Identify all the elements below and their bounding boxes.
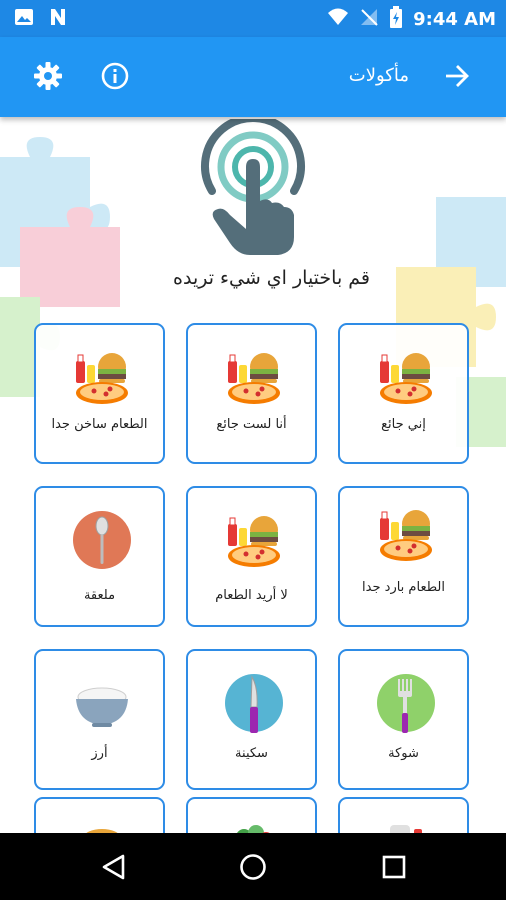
knife-icon: [224, 673, 284, 733]
touch-hand-icon: [201, 119, 305, 255]
spoon-icon: [72, 510, 132, 570]
home-circle-icon: [240, 854, 266, 880]
forward-button[interactable]: [440, 59, 474, 93]
bread-icon: [72, 821, 132, 833]
instruction-text: قم باختيار اي شيء تريده: [173, 267, 370, 289]
card-label: أرز: [91, 746, 108, 761]
card-label: ملعقة: [83, 588, 116, 603]
card-bread[interactable]: [34, 797, 165, 833]
wifi-icon: [327, 7, 349, 31]
status-time: 9:44 AM: [413, 8, 496, 30]
recents-square-icon: [382, 855, 406, 879]
app-title: مأكولات: [348, 65, 409, 86]
status-bar: 9:44 AM: [0, 0, 506, 37]
settings-button[interactable]: [31, 59, 65, 93]
card-label: أنا لست جائع: [216, 417, 287, 432]
food-combo-icon: [72, 347, 132, 407]
n-notification-icon: [48, 7, 68, 31]
card-knife[interactable]: سكينة: [186, 649, 317, 790]
salad-icon: [224, 817, 284, 833]
rice-bowl-icon: [72, 673, 132, 733]
recents-button[interactable]: [378, 851, 410, 883]
battery-icon: [389, 6, 403, 32]
card-label: الطعام بارد جدا: [362, 580, 445, 595]
card-label: سكينة: [235, 746, 268, 761]
card-salad[interactable]: [186, 797, 317, 833]
arrow-right-icon: [446, 65, 469, 87]
info-icon: [101, 62, 129, 90]
gear-icon: [34, 62, 62, 90]
back-triangle-icon: [102, 854, 125, 880]
back-button[interactable]: [98, 851, 130, 883]
home-button[interactable]: [237, 851, 269, 883]
drinks-icon: [376, 811, 436, 833]
card-spoon[interactable]: ملعقة: [34, 486, 165, 627]
card-not-hungry[interactable]: أنا لست جائع: [186, 323, 317, 464]
info-button[interactable]: [98, 59, 132, 93]
fork-icon: [376, 673, 436, 733]
card-dont-want-food[interactable]: لا أريد الطعام: [186, 486, 317, 627]
main-content: قم باختيار اي شيء تريده إني جائع أنا لست…: [0, 117, 506, 833]
food-combo-icon: [224, 510, 284, 570]
app-bar: مأكولات: [0, 37, 506, 117]
card-food-too-cold[interactable]: الطعام بارد جدا: [338, 486, 469, 627]
food-combo-icon: [224, 347, 284, 407]
card-food-too-hot[interactable]: الطعام ساخن جدا: [34, 323, 165, 464]
navigation-bar: [0, 833, 506, 900]
card-fork[interactable]: شوكة: [338, 649, 469, 790]
image-notification-icon: [14, 7, 34, 31]
card-label: الطعام ساخن جدا: [51, 417, 148, 432]
food-combo-icon: [376, 347, 436, 407]
card-label: إني جائع: [381, 417, 426, 432]
food-combo-icon: [376, 504, 436, 564]
card-label: لا أريد الطعام: [215, 588, 288, 603]
no-signal-icon: [359, 7, 379, 31]
card-rice[interactable]: أرز: [34, 649, 165, 790]
card-hungry[interactable]: إني جائع: [338, 323, 469, 464]
card-drinks[interactable]: [338, 797, 469, 833]
card-label: شوكة: [388, 746, 419, 761]
